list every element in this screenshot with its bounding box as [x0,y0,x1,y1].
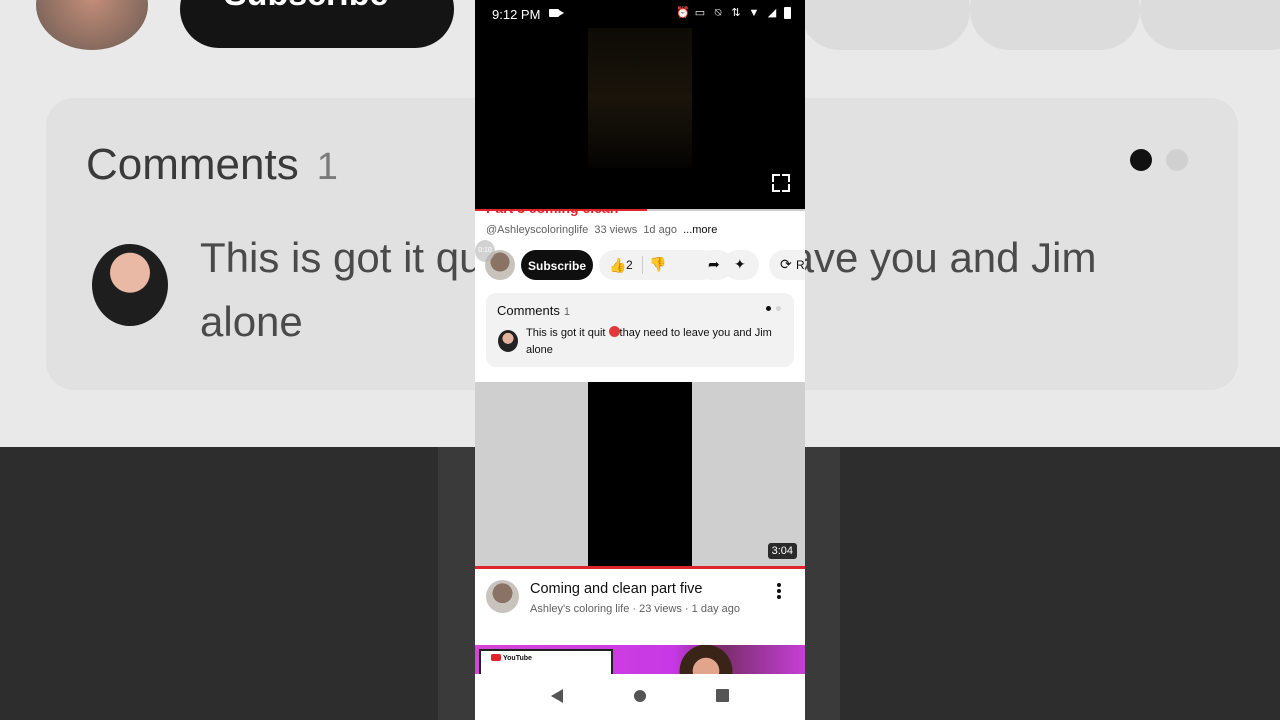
bg-dot [1166,149,1188,171]
video-record-icon [549,9,564,17]
battery-icon [784,7,791,19]
bg-avatar [36,0,148,50]
comment-text: This is got it quit thay need to leave y… [526,325,781,358]
thumbnail-frame [588,382,692,567]
back-icon[interactable] [551,689,563,703]
thumbnail-person [671,645,741,674]
comments-count: 1 [563,306,570,318]
signal-icon: ◢ [767,7,777,19]
data-icon: ⇅ [731,7,741,19]
comment-text-part: This is got it quit [526,327,609,339]
recents-icon[interactable] [716,689,729,702]
angry-emoji-icon [608,326,620,337]
share-icon: ➦ [708,256,720,272]
fullscreen-icon[interactable] [772,174,790,192]
status-bar: 9:12 PM ⏰ ▭ ⍉ ⇅ ▼ ◢ [475,0,805,28]
channel-handle[interactable]: @Ashleyscoloringlife [486,224,588,236]
video-player[interactable] [475,28,805,211]
bg-pill [800,0,970,50]
bg-dot [1130,149,1152,171]
comments-card[interactable]: Comments 1 This is got it quit thay need … [486,293,794,367]
more-link[interactable]: ...more [683,224,717,236]
mute-icon: ⍉ [714,7,722,19]
next-video-subtitle: Ashley's coloring life · 23 views · 1 da… [530,603,740,615]
action-bar: 0:10 Subscribe 👍 2 👎 ➦ ✦ ⟳ Re [475,240,805,281]
system-navbar [475,674,805,720]
commenter-avatar [498,330,518,352]
status-icons: ⏰ ▭ ⍉ ⇅ ▼ ◢ [676,7,791,19]
phone-screen: 9:12 PM ⏰ ▭ ⍉ ⇅ ▼ ◢ Part 3 coming clean … [475,0,805,720]
video-meta: @Ashleyscoloringlife 33 views 1d ago ...… [486,224,717,236]
carousel-dot [776,306,781,311]
remix-button[interactable]: ⟳ Re [769,250,805,280]
next-video-info[interactable]: Coming and clean part five Ashley's colo… [475,569,805,645]
bg-subscribe-label: Subscribe [180,0,454,48]
bg-comments-heading: Comments 1 [86,140,338,190]
more-options-icon[interactable] [775,583,783,601]
bg-pill [970,0,1140,50]
channel-avatar[interactable] [486,580,519,613]
bg-comments-label: Comments [86,140,299,189]
alarm-icon: ⏰ [676,7,690,19]
dislike-icon[interactable]: 👎 [649,256,666,273]
wifi-icon: ▼ [748,7,760,19]
cast-icon: ▭ [694,7,706,19]
thumbnail-card: YouTube [479,649,613,674]
comments-label: Comments [497,303,560,318]
upload-age: 1d ago [643,224,677,236]
next-video-thumbnail-2[interactable]: YouTube [475,645,805,674]
sparkle-icon: ✦ [734,256,746,272]
duration-badge: 3:04 [767,543,797,559]
next-video-title[interactable]: Coming and clean part five [530,581,703,597]
like-icon[interactable]: 👍 [609,257,626,274]
home-icon[interactable] [634,690,646,702]
youtube-logo: YouTube [491,654,532,662]
status-time: 9:12 PM [492,7,541,22]
like-count[interactable]: 2 [626,258,633,272]
touch-indicator: 0:10 [475,240,495,262]
view-count: 33 views [594,224,638,236]
divider [642,256,643,274]
bg-commenter-avatar [92,244,168,326]
subscribe-button[interactable]: Subscribe [521,250,593,280]
carousel-dot-active [766,306,771,311]
next-video-thumbnail[interactable]: 3:04 [475,382,805,567]
bg-comments-count: 1 [316,146,338,188]
ask-button[interactable]: ✦ [723,250,759,280]
video-frame [588,28,692,168]
remix-label: Re [796,258,805,272]
remix-icon: ⟳ [780,256,792,272]
comments-heading: Comments 1 [497,303,570,318]
bg-pill [1140,0,1280,50]
